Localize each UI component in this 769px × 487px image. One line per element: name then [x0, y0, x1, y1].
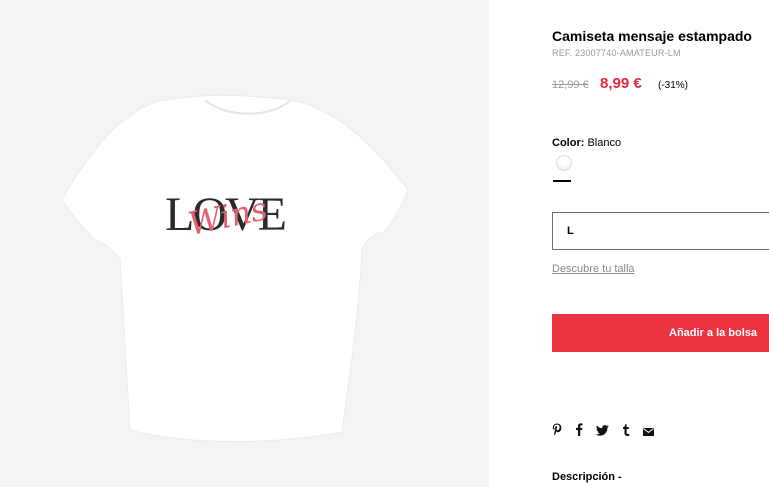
product-info-panel: Camiseta mensaje estampado REF. 23007740… — [489, 0, 769, 487]
pinterest-icon[interactable] — [552, 423, 562, 441]
color-label: Color: Blanco — [552, 137, 621, 149]
add-to-bag-button[interactable]: Añadir a la bolsa — [552, 314, 769, 352]
color-label-key: Color: — [552, 137, 585, 149]
selected-swatch-indicator — [553, 180, 571, 182]
facebook-icon[interactable] — [575, 423, 583, 441]
size-guide-link[interactable]: Descubre tu talla — [552, 263, 635, 275]
color-swatch-blanco[interactable] — [556, 155, 572, 171]
tshirt-shape — [61, 94, 409, 442]
color-value: Blanco — [587, 137, 622, 149]
product-image[interactable]: LOVE Wins — [0, 0, 489, 487]
size-selector[interactable]: L — [552, 212, 769, 250]
twitter-icon[interactable] — [595, 423, 609, 441]
product-image-panel: LOVE Wins — [0, 0, 489, 487]
share-icons — [552, 423, 667, 441]
original-price: 12,99 € — [552, 79, 589, 91]
email-icon[interactable] — [643, 423, 654, 441]
sale-price: 8,99 € — [600, 75, 642, 92]
product-title: Camiseta mensaje estampado — [552, 28, 752, 44]
product-reference: REF. 23007740-AMATEUR-LM — [552, 48, 681, 58]
tumblr-icon[interactable] — [622, 423, 630, 441]
description-toggle[interactable]: Descripción - — [552, 471, 622, 483]
discount-badge: (-31%) — [658, 80, 689, 91]
